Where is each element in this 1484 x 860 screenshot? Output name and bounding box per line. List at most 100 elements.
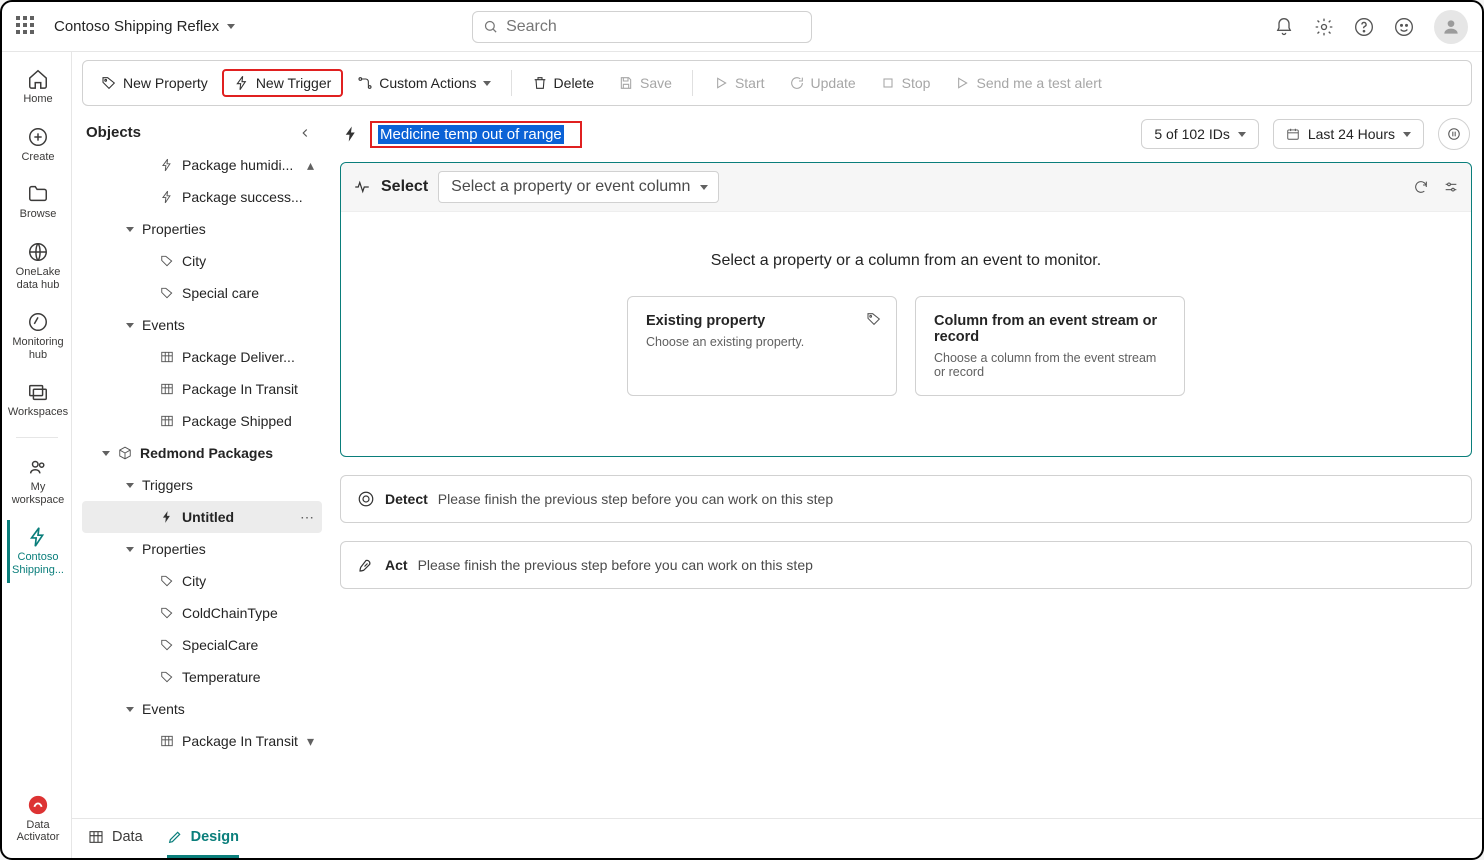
topbar: Contoso Shipping Reflex Search (2, 2, 1482, 52)
rail-contoso-shipping[interactable]: Contoso Shipping... (7, 520, 67, 582)
property-item[interactable]: City (82, 565, 322, 597)
user-icon (1441, 17, 1461, 37)
chevron-down-icon (126, 707, 134, 712)
pause-button[interactable] (1438, 118, 1470, 150)
target-icon (357, 490, 375, 508)
trash-icon (532, 75, 548, 91)
tree-group-properties[interactable]: Properties (82, 213, 322, 245)
objects-tree[interactable]: Package humidi...▴ Package success... Pr… (82, 149, 322, 818)
smiley-icon[interactable] (1394, 17, 1414, 37)
property-item[interactable]: Temperature (82, 661, 322, 693)
tag-icon (101, 75, 117, 91)
trigger-untitled[interactable]: Untitled⋯ (82, 501, 322, 533)
left-rail: Home Create Browse OneLake data hub Moni… (2, 52, 72, 858)
undo-icon[interactable] (1413, 179, 1429, 195)
chevron-down-icon (102, 451, 110, 456)
waffle-icon[interactable] (16, 16, 38, 38)
event-item[interactable]: Package In Transit (82, 373, 322, 405)
rail-my-workspace[interactable]: My workspace (7, 450, 67, 512)
tree-group-triggers[interactable]: Triggers (82, 469, 322, 501)
gear-icon[interactable] (1314, 17, 1334, 37)
event-item[interactable]: Package Shipped (82, 405, 322, 437)
trigger-icon (160, 190, 174, 204)
more-icon[interactable]: ⋯ (300, 509, 314, 526)
app-title-dropdown[interactable]: Contoso Shipping Reflex (54, 18, 235, 35)
card-existing-property[interactable]: Existing property Choose an existing pro… (627, 296, 897, 396)
home-icon (27, 68, 49, 90)
rail-create[interactable]: Create (7, 120, 67, 170)
object-redmond[interactable]: Redmond Packages (82, 437, 322, 469)
tree-group-properties[interactable]: Properties (82, 533, 322, 565)
chevron-down-icon (126, 547, 134, 552)
step-detect: Detect Please finish the previous step b… (340, 475, 1472, 523)
tab-design[interactable]: Design (167, 819, 239, 858)
event-item[interactable]: Package In Transit▾ (82, 725, 322, 757)
chevron-down-icon (1403, 132, 1411, 137)
search-icon (483, 19, 498, 34)
avatar[interactable] (1434, 10, 1468, 44)
app-title-text: Contoso Shipping Reflex (54, 18, 219, 35)
custom-actions-button[interactable]: Custom Actions (347, 69, 500, 97)
rail-workspaces[interactable]: Workspaces (7, 375, 67, 425)
workspaces-icon (27, 381, 49, 403)
trigger-item[interactable]: Package success... (82, 181, 322, 213)
tab-data[interactable]: Data (88, 819, 143, 858)
rail-home[interactable]: Home (7, 62, 67, 112)
tree-group-events[interactable]: Events (82, 693, 322, 725)
event-item[interactable]: Package Deliver... (82, 341, 322, 373)
footer-tabs: Data Design (72, 818, 1482, 858)
tag-icon (866, 311, 882, 327)
tag-icon (160, 286, 174, 300)
bolt-icon (27, 526, 49, 548)
save-icon (618, 75, 634, 91)
trigger-icon (160, 158, 174, 172)
collapse-icon[interactable] (298, 126, 312, 140)
tree-group-events[interactable]: Events (82, 309, 322, 341)
rail-data-activator[interactable]: Data Activator (7, 788, 67, 858)
card-column-from-event[interactable]: Column from an event stream or record Ch… (915, 296, 1185, 396)
trigger-icon (234, 75, 250, 91)
property-item[interactable]: Special care (82, 277, 322, 309)
rail-monitoring[interactable]: Monitoring hub (7, 305, 67, 367)
objects-panel: Objects Package humidi...▴ Package succe… (82, 114, 322, 818)
plus-circle-icon (27, 126, 49, 148)
property-item[interactable]: City (82, 245, 322, 277)
stop-button: Stop (870, 69, 941, 97)
new-property-button[interactable]: New Property (91, 69, 218, 97)
ids-filter-chip[interactable]: 5 of 102 IDs (1141, 119, 1259, 149)
tag-icon (160, 670, 174, 684)
rail-browse[interactable]: Browse (7, 177, 67, 227)
table-icon (88, 829, 104, 845)
select-property-dropdown[interactable]: Select a property or event column (438, 171, 719, 203)
select-hint: Select a property or a column from an ev… (711, 252, 1101, 270)
update-button: Update (779, 69, 866, 97)
pencil-icon (167, 829, 183, 845)
calendar-icon (1286, 127, 1300, 141)
new-trigger-button[interactable]: New Trigger (222, 69, 343, 97)
trigger-icon (160, 510, 174, 524)
trigger-item[interactable]: Package humidi...▴ (82, 149, 322, 181)
design-canvas: Medicine temp out of range 5 of 102 IDs … (322, 114, 1472, 818)
step-select-label: Select (381, 178, 428, 196)
tag-icon (160, 606, 174, 620)
objects-title: Objects (86, 124, 141, 141)
people-icon (27, 456, 49, 478)
help-icon[interactable] (1354, 17, 1374, 37)
pulse-icon (353, 178, 371, 196)
data-activator-icon (27, 794, 49, 816)
trigger-name-input[interactable]: Medicine temp out of range (370, 121, 582, 148)
flow-icon (357, 75, 373, 91)
settings-slider-icon[interactable] (1443, 179, 1459, 195)
rail-onelake[interactable]: OneLake data hub (7, 235, 67, 297)
bell-icon[interactable] (1274, 17, 1294, 37)
search-input[interactable]: Search (472, 11, 812, 43)
property-item[interactable]: ColdChainType (82, 597, 322, 629)
time-range-chip[interactable]: Last 24 Hours (1273, 119, 1424, 149)
send-icon (954, 75, 970, 91)
step-select: Select Select a property or event column… (340, 162, 1472, 457)
property-item[interactable]: SpecialCare (82, 629, 322, 661)
rocket-icon (357, 556, 375, 574)
chevron-down-icon (227, 24, 235, 29)
chevron-down-icon (126, 227, 134, 232)
delete-button[interactable]: Delete (522, 69, 604, 97)
